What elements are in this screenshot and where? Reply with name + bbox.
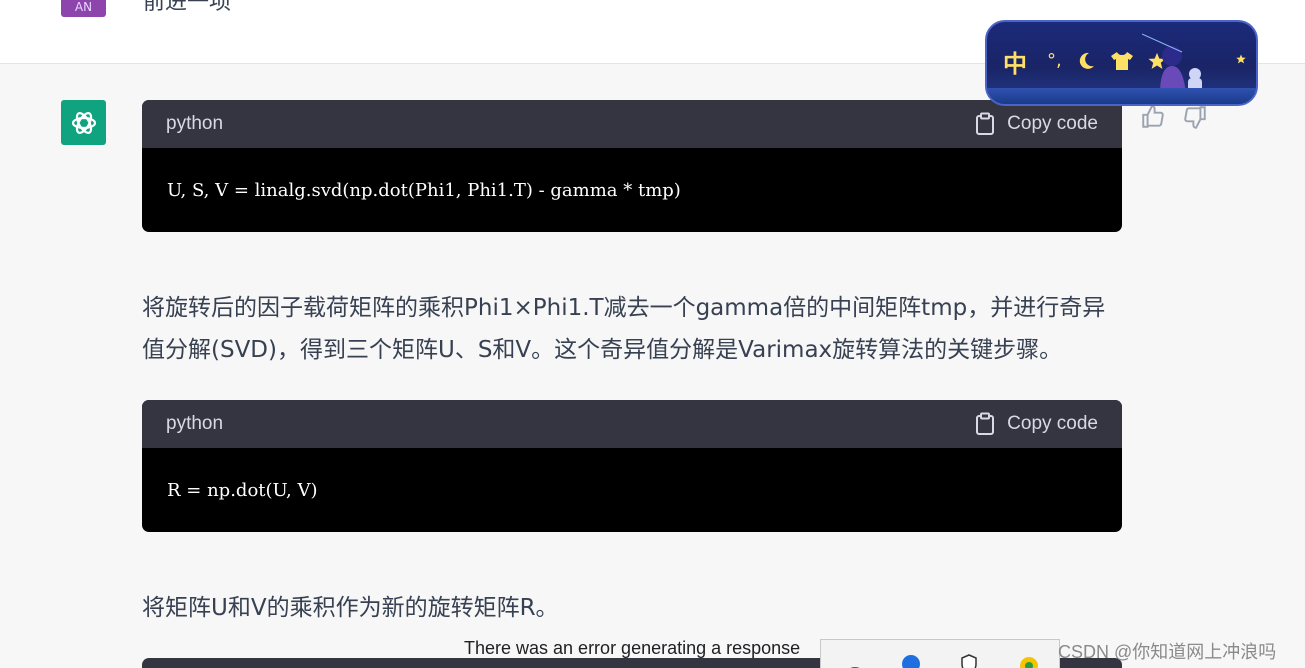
copy-code-button[interactable]: Copy code [975, 112, 1098, 136]
star-icon [1236, 54, 1246, 64]
explanation-paragraph-1: 将旋转后的因子载荷矩阵的乘积Phi1×Phi1.T减去一个gamma倍的中间矩阵… [142, 295, 1106, 363]
previous-message-text: 前进一项 [143, 0, 232, 15]
system-tray-popup [820, 639, 1060, 668]
explanation-paragraph-2: 将矩阵U和V的乘积作为新的旋转矩阵R。 [142, 595, 559, 621]
moon-icon[interactable] [1076, 51, 1096, 71]
code-block-header: python Copy code [142, 100, 1122, 148]
clipboard-icon [976, 112, 995, 135]
code-content: R = np.dot(U, V) [167, 479, 318, 501]
bluetooth-icon[interactable] [901, 654, 921, 668]
user-avatar: AN [61, 0, 106, 17]
feedback-buttons [1140, 104, 1208, 130]
code-language-label: python [166, 113, 224, 134]
code-block-2: python Copy code R = np.dot(U, V) [142, 400, 1122, 532]
ime-toolbar[interactable]: 中 °, [985, 20, 1258, 106]
code-block-header: python Copy code [142, 400, 1122, 448]
error-message: There was an error generating a response [464, 638, 801, 658]
copy-code-button[interactable]: Copy code [975, 412, 1098, 436]
ime-mode-label[interactable]: 中 [1003, 44, 1027, 79]
csdn-watermark: CSDN @你知道网上冲浪吗 [1058, 642, 1277, 662]
copy-code-label: Copy code [1007, 113, 1098, 134]
shirt-icon[interactable] [1110, 51, 1134, 71]
banner-ground [987, 88, 1256, 104]
security-shield-icon[interactable] [959, 654, 979, 668]
thumbs-down-icon[interactable] [1182, 104, 1208, 130]
assistant-avatar [61, 100, 106, 145]
network-icon[interactable] [845, 658, 865, 668]
clipboard-icon [976, 412, 995, 435]
code-block-1: python Copy code U, S, V = linalg.svd(np… [142, 100, 1122, 232]
thumbs-up-icon[interactable] [1140, 104, 1166, 130]
code-language-label: python [166, 413, 224, 434]
app-icon[interactable] [1019, 656, 1039, 668]
punctuation-icon[interactable]: °, [1047, 50, 1062, 71]
code-content: U, S, V = linalg.svd(np.dot(Phi1, Phi1.T… [167, 179, 681, 201]
copy-code-label: Copy code [1007, 413, 1098, 434]
openai-logo-icon [71, 111, 96, 134]
